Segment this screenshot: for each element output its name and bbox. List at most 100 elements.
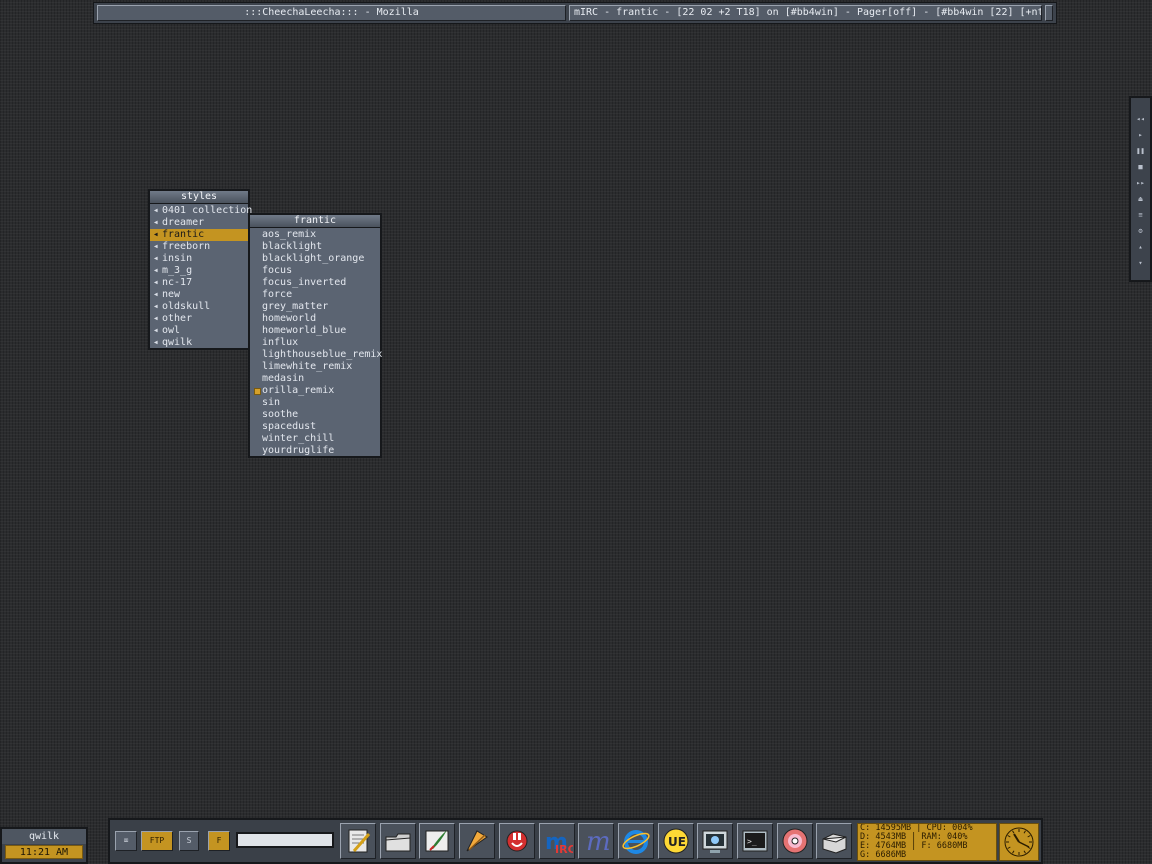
svg-text:>_: >_: [747, 837, 757, 846]
monitor-icon[interactable]: [697, 823, 734, 859]
frantic-item-homeworld-blue[interactable]: homeworld_blue: [250, 325, 380, 337]
frantic-item-influx[interactable]: influx: [250, 337, 380, 349]
drawer-icon[interactable]: [816, 823, 853, 859]
m-icon[interactable]: m: [578, 823, 615, 859]
frantic-item-blacklight-orange[interactable]: blacklight_orange: [250, 253, 380, 265]
styles-item-m-3-g[interactable]: ◀ m_3_g: [150, 265, 248, 277]
settings-icon[interactable]: ⚙: [1134, 223, 1148, 239]
styles-menu-title: styles: [150, 191, 248, 204]
command-button[interactable]: ⌧: [115, 831, 137, 851]
playlist-icon[interactable]: ≡: [1134, 207, 1148, 223]
frantic-item-label: yourdruglife: [262, 445, 335, 456]
frantic-item-orilla-remix[interactable]: orilla_remix: [250, 385, 380, 397]
frantic-item-focus[interactable]: focus: [250, 265, 380, 277]
pause-icon[interactable]: ❚❚: [1134, 143, 1148, 159]
frantic-item-force[interactable]: force: [250, 289, 380, 301]
frantic-item-label: soothe: [262, 409, 299, 420]
ultraedit-icon[interactable]: UE: [657, 823, 694, 859]
frantic-item-label: winter_chill: [262, 433, 335, 444]
frantic-item-winter-chill[interactable]: winter_chill: [250, 433, 380, 445]
frantic-item-label: orilla_remix: [262, 385, 335, 396]
styles-item-label: new: [162, 289, 181, 300]
frantic-item-homeworld[interactable]: homeworld: [250, 313, 380, 325]
frantic-item-spacedust[interactable]: spacedust: [250, 421, 380, 433]
feather-icon[interactable]: [459, 823, 496, 859]
taskbar-end-handle[interactable]: [1045, 5, 1053, 21]
svg-text:IRC: IRC: [555, 843, 573, 856]
styles-item-label: freeborn: [162, 241, 211, 252]
frantic-item-label: aos_remix: [262, 229, 317, 240]
submenu-arrow-icon: ◀: [154, 315, 158, 322]
system-stats: C: 14595MB | CPU: 004% D: 4543MB | RAM: …: [857, 823, 997, 861]
styles-item-label: other: [162, 313, 193, 324]
frantic-item-focus-inverted[interactable]: focus_inverted: [250, 277, 380, 289]
styles-item-insin[interactable]: ◀ insin: [150, 253, 248, 265]
styles-item-label: m_3_g: [162, 265, 193, 276]
clock-text: 11:21 AM: [5, 845, 83, 859]
plug-icon[interactable]: [498, 823, 535, 859]
frantic-item-label: blacklight: [262, 241, 323, 252]
mirc-icon[interactable]: m IRC: [538, 823, 575, 859]
styles-item-freeborn[interactable]: ◀ freeborn: [150, 241, 248, 253]
volume-up-icon[interactable]: ▴: [1134, 239, 1148, 255]
submenu-arrow-icon: ◀: [154, 231, 158, 238]
analog-clock-icon[interactable]: [999, 823, 1039, 861]
frantic-submenu: frantic aos_remix blacklight blacklight_or…: [248, 213, 382, 458]
styles-item-other[interactable]: ◀ other: [150, 313, 248, 325]
frantic-item-label: medasin: [262, 373, 305, 384]
frantic-item-label: grey_matter: [262, 301, 329, 312]
styles-item-label: dreamer: [162, 217, 205, 228]
task-mirc[interactable]: mIRC - frantic - [22 02 +2 T18] on [#bb4…: [569, 5, 1042, 21]
cd-icon[interactable]: [776, 823, 813, 859]
styles-item-dreamer[interactable]: ◀ dreamer: [150, 217, 248, 229]
run-input[interactable]: [236, 832, 334, 848]
frantic-item-blacklight[interactable]: blacklight: [250, 241, 380, 253]
terminal-icon[interactable]: >_: [737, 823, 773, 859]
frantic-item-lighthouseblue-remix[interactable]: lighthouseblue_remix: [250, 349, 382, 361]
folder-icon[interactable]: [379, 823, 416, 859]
quill-icon[interactable]: [419, 823, 456, 859]
frantic-item-aos-remix[interactable]: aos_remix: [250, 229, 380, 241]
frantic-item-label: focus_inverted: [262, 277, 347, 288]
frantic-item-label: spacedust: [262, 421, 317, 432]
play-icon[interactable]: ▸: [1134, 127, 1148, 143]
eject-icon[interactable]: ⏏: [1134, 191, 1148, 207]
frantic-item-sin[interactable]: sin: [250, 397, 380, 409]
stop-icon[interactable]: ■: [1134, 159, 1148, 175]
styles-item-label: qwilk: [162, 337, 193, 348]
styles-item-owl[interactable]: ◀ owl: [150, 325, 248, 337]
frantic-item-label: blacklight_orange: [262, 253, 365, 264]
styles-item-0401-collection[interactable]: ◀ 0401 collection: [150, 205, 252, 217]
submenu-arrow-icon: ◀: [154, 303, 158, 310]
frantic-item-soothe[interactable]: soothe: [250, 409, 380, 421]
prev-icon[interactable]: ◂◂: [1134, 111, 1148, 127]
styles-item-oldskull[interactable]: ◀ oldskull: [150, 301, 248, 313]
ftp-button[interactable]: FTP: [141, 831, 173, 851]
styles-item-label: nc-17: [162, 277, 193, 288]
styles-item-label: frantic: [162, 229, 205, 240]
f-button[interactable]: F: [208, 831, 230, 851]
ie-icon[interactable]: [617, 823, 654, 859]
frantic-item-grey-matter[interactable]: grey_matter: [250, 301, 380, 313]
s-button[interactable]: S: [179, 831, 199, 851]
workspace-name[interactable]: qwilk: [2, 829, 86, 844]
frantic-item-limewhite-remix[interactable]: limewhite_remix: [250, 361, 380, 373]
frantic-submenu-items: aos_remix blacklight blacklight_orange focu…: [250, 228, 382, 457]
styles-menu: styles ◀ 0401 collection ◀ dreamer ◀ frantic ◀…: [148, 189, 252, 350]
frantic-item-medasin[interactable]: medasin: [250, 373, 380, 385]
submenu-arrow-icon: ◀: [154, 267, 158, 274]
task-mozilla[interactable]: :::CheechaLeecha::: - Mozilla: [97, 5, 566, 21]
styles-item-new[interactable]: ◀ new: [150, 289, 248, 301]
media-slit: ◂◂ ▸ ❚❚ ■ ▸▸ ⏏ ≡ ⚙ ▴ ▾: [1129, 96, 1152, 282]
submenu-arrow-icon: ◀: [154, 219, 158, 226]
volume-down-icon[interactable]: ▾: [1134, 255, 1148, 271]
frantic-item-label: influx: [262, 337, 299, 348]
styles-item-frantic[interactable]: ◀ frantic: [150, 229, 248, 241]
notepad-icon[interactable]: [340, 823, 376, 859]
submenu-arrow-icon: ◀: [154, 255, 158, 262]
frantic-item-yourdruglife[interactable]: yourdruglife: [250, 445, 380, 457]
svg-text:m: m: [586, 827, 611, 857]
styles-item-nc-17[interactable]: ◀ nc-17: [150, 277, 248, 289]
styles-item-qwilk[interactable]: ◀ qwilk: [150, 337, 248, 349]
next-icon[interactable]: ▸▸: [1134, 175, 1148, 191]
